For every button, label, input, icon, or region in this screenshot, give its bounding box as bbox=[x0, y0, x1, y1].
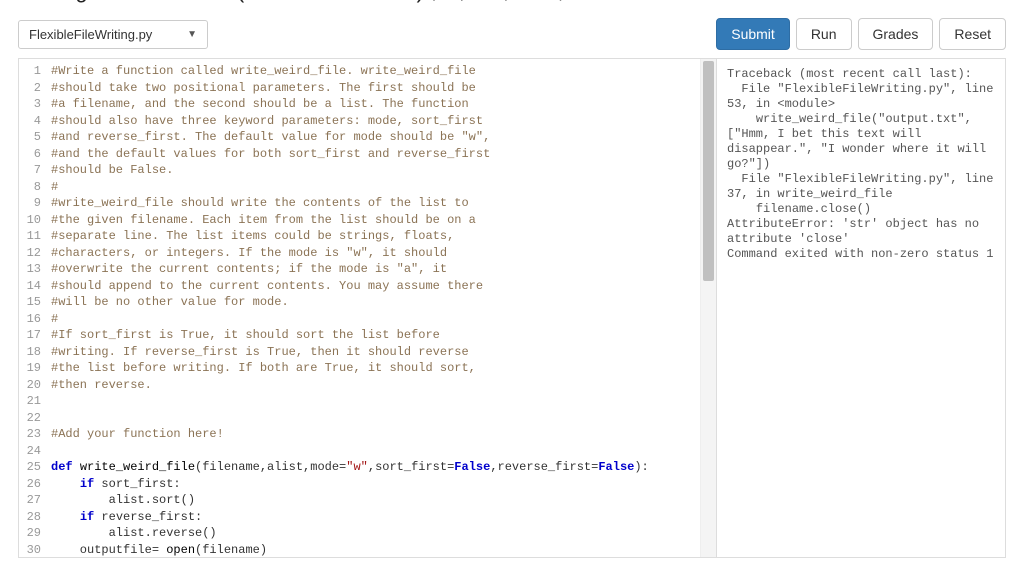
line-number: 2 bbox=[21, 80, 41, 97]
code-line[interactable]: #writing. If reverse_first is True, then… bbox=[47, 344, 700, 361]
line-number: 29 bbox=[21, 525, 41, 542]
line-number: 12 bbox=[21, 245, 41, 262]
editor-scrollbar[interactable] bbox=[700, 59, 716, 557]
line-number: 11 bbox=[21, 228, 41, 245]
line-number: 19 bbox=[21, 360, 41, 377]
code-line[interactable]: #a filename, and the second should be a … bbox=[47, 96, 700, 113]
code-line[interactable]: #overwrite the current contents; if the … bbox=[47, 261, 700, 278]
code-line[interactable]: #Add your function here! bbox=[47, 426, 700, 443]
chevron-down-icon: ▼ bbox=[187, 29, 197, 40]
line-number: 9 bbox=[21, 195, 41, 212]
output-line: Traceback (most recent call last): bbox=[727, 67, 995, 82]
code-line[interactable]: #write_weird_file should write the conte… bbox=[47, 195, 700, 212]
code-line[interactable]: #Write a function called write_weird_fil… bbox=[47, 63, 700, 80]
line-number: 22 bbox=[21, 410, 41, 427]
output-line: AttributeError: 'str' object has no attr… bbox=[727, 217, 995, 247]
code-line[interactable] bbox=[47, 410, 700, 427]
line-number: 17 bbox=[21, 327, 41, 344]
output-line: write_weird_file("output.txt", ["Hmm, I … bbox=[727, 112, 995, 172]
output-panel: Traceback (most recent call last): File … bbox=[717, 59, 1005, 557]
code-line[interactable]: #should append to the current contents. … bbox=[47, 278, 700, 295]
line-number: 7 bbox=[21, 162, 41, 179]
code-line[interactable]: outputfile= open(filename) bbox=[47, 542, 700, 558]
line-number: 5 bbox=[21, 129, 41, 146]
file-select-label: FlexibleFileWriting.py bbox=[29, 27, 152, 42]
line-number: 1 bbox=[21, 63, 41, 80]
code-editor[interactable]: 1234567891011121314151617181920212223242… bbox=[19, 59, 717, 557]
code-line[interactable]: # bbox=[47, 311, 700, 328]
workspace: 1234567891011121314151617181920212223242… bbox=[18, 58, 1006, 558]
code-line[interactable]: #will be no other value for mode. bbox=[47, 294, 700, 311]
line-number: 28 bbox=[21, 509, 41, 526]
line-number: 15 bbox=[21, 294, 41, 311]
code-line[interactable]: # bbox=[47, 179, 700, 196]
scroll-thumb[interactable] bbox=[703, 61, 714, 281]
code-line[interactable]: #then reverse. bbox=[47, 377, 700, 394]
code-line[interactable]: #should be False. bbox=[47, 162, 700, 179]
line-number: 14 bbox=[21, 278, 41, 295]
output-line: Command exited with non-zero status 1 bbox=[727, 247, 995, 262]
file-select-dropdown[interactable]: FlexibleFileWriting.py ▼ bbox=[18, 20, 208, 49]
line-number: 30 bbox=[21, 542, 41, 558]
output-line: File "FlexibleFileWriting.py", line 37, … bbox=[727, 172, 995, 202]
output-line: filename.close() bbox=[727, 202, 995, 217]
line-number: 3 bbox=[21, 96, 41, 113]
line-number: 18 bbox=[21, 344, 41, 361]
line-number: 4 bbox=[21, 113, 41, 130]
line-number: 13 bbox=[21, 261, 41, 278]
grades-button[interactable]: Grades bbox=[858, 18, 934, 50]
code-line[interactable]: #and reverse_first. The default value fo… bbox=[47, 129, 700, 146]
page-title: Coding Problem 4.4.5 (External resource)… bbox=[18, 0, 564, 3]
code-line[interactable]: if sort_first: bbox=[47, 476, 700, 493]
line-number: 27 bbox=[21, 492, 41, 509]
line-number: 26 bbox=[21, 476, 41, 493]
toolbar: FlexibleFileWriting.py ▼ Submit Run Grad… bbox=[0, 10, 1024, 58]
code-line[interactable]: #the given filename. Each item from the … bbox=[47, 212, 700, 229]
code-line[interactable] bbox=[47, 443, 700, 460]
code-line[interactable]: #characters, or integers. If the mode is… bbox=[47, 245, 700, 262]
reset-button[interactable]: Reset bbox=[939, 18, 1006, 50]
page-header: Coding Problem 4.4.5 (External resource)… bbox=[0, 0, 1024, 10]
code-line[interactable]: def write_weird_file(filename,alist,mode… bbox=[47, 459, 700, 476]
line-number: 20 bbox=[21, 377, 41, 394]
submit-button[interactable]: Submit bbox=[716, 18, 790, 50]
code-line[interactable]: alist.sort() bbox=[47, 492, 700, 509]
run-button[interactable]: Run bbox=[796, 18, 852, 50]
code-line[interactable]: #the list before writing. If both are Tr… bbox=[47, 360, 700, 377]
code-line[interactable]: #should also have three keyword paramete… bbox=[47, 113, 700, 130]
line-number: 6 bbox=[21, 146, 41, 163]
line-number: 8 bbox=[21, 179, 41, 196]
code-line[interactable]: #If sort_first is True, it should sort t… bbox=[47, 327, 700, 344]
code-line[interactable] bbox=[47, 393, 700, 410]
action-buttons: Submit Run Grades Reset bbox=[716, 18, 1006, 50]
line-number: 24 bbox=[21, 443, 41, 460]
code-line[interactable]: alist.reverse() bbox=[47, 525, 700, 542]
code-line[interactable]: #and the default values for both sort_fi… bbox=[47, 146, 700, 163]
code-line[interactable]: #should take two positional parameters. … bbox=[47, 80, 700, 97]
line-number: 23 bbox=[21, 426, 41, 443]
code-area[interactable]: #Write a function called write_weird_fil… bbox=[47, 59, 700, 557]
line-number: 25 bbox=[21, 459, 41, 476]
line-number: 16 bbox=[21, 311, 41, 328]
line-gutter: 1234567891011121314151617181920212223242… bbox=[19, 59, 47, 557]
code-line[interactable]: #separate line. The list items could be … bbox=[47, 228, 700, 245]
code-line[interactable]: if reverse_first: bbox=[47, 509, 700, 526]
line-number: 21 bbox=[21, 393, 41, 410]
output-line: File "FlexibleFileWriting.py", line 53, … bbox=[727, 82, 995, 112]
line-number: 10 bbox=[21, 212, 41, 229]
